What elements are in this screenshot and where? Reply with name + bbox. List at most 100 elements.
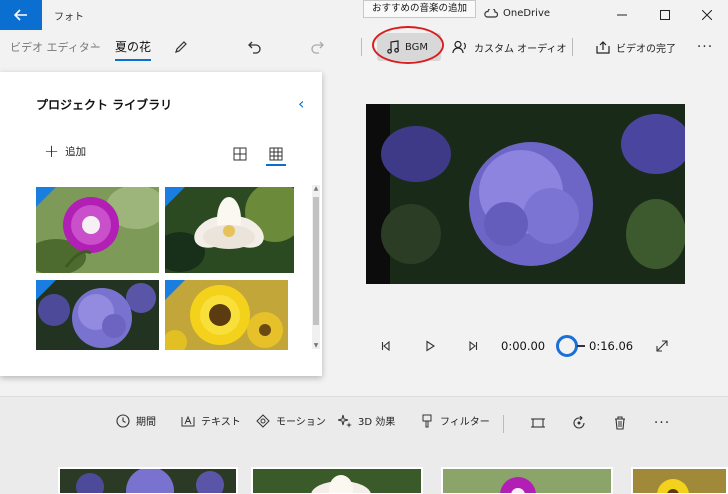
add-media-button[interactable]: + 追加 [44,140,87,162]
library-item-morning-glory[interactable] [36,187,159,273]
maximize-icon [660,10,670,20]
person-audio-icon [452,40,466,54]
add-label: 追加 [65,146,87,158]
back-button[interactable] [0,0,42,30]
pencil-icon [175,41,187,53]
3d-effects-label: 3D 効果 [358,417,396,428]
project-title[interactable]: 夏の花 [115,38,152,61]
small-grid-view-button[interactable] [266,144,286,166]
bgm-tooltip: おすすめの音楽の追加 [363,0,477,18]
clip-white-lotus-image [253,469,421,493]
finish-video-label: ビデオの完了 [616,43,676,55]
clip-hydrangea-image [60,469,236,493]
added-indicator [165,280,185,300]
onedrive-status[interactable]: OneDrive [484,8,550,19]
sparkle-icon [338,414,352,428]
play-button[interactable] [422,338,438,354]
export-icon [596,40,610,54]
more-tools-icon[interactable]: ··· [653,414,671,432]
clock-icon [116,413,130,428]
fullscreen-button[interactable] [654,338,670,354]
duration-button[interactable]: 期間 [116,413,156,428]
storyboard-clip-sunflower[interactable] [631,467,728,494]
undo-button[interactable] [244,36,266,58]
delete-button[interactable] [611,414,629,432]
app-title: フォト [54,12,84,23]
plus-icon: + [44,140,60,162]
rotate-icon [573,416,585,429]
onedrive-label: OneDrive [503,8,551,19]
collapse-chevron-icon[interactable]: ‹ [298,94,304,113]
storyboard-area: 期間 テキスト モーション 3D 効果 フィルター ··· [0,396,728,494]
seek-slider-thumb[interactable] [556,335,578,357]
editor-toolbar: ビデオ エディター › 夏の花 BGM カスタム オーディオ ビデオの完了 ··… [0,30,728,64]
crop-button[interactable] [529,414,547,432]
seek-slider-track[interactable] [577,345,585,347]
trash-icon [615,416,625,430]
text-button[interactable]: テキスト [181,413,241,428]
next-frame-button[interactable] [465,338,481,354]
finish-video-button[interactable]: ビデオの完了 [586,33,686,61]
library-item-hydrangea[interactable] [36,280,159,350]
redo-icon [311,41,324,54]
previous-frame-icon [381,340,390,352]
close-button[interactable] [684,0,728,30]
minimize-button[interactable] [599,0,645,30]
filter-label: フィルター [440,417,490,428]
bgm-button[interactable]: BGM [377,33,441,61]
close-icon [702,10,712,20]
large-grid-view-icon[interactable] [232,146,248,162]
music-note-icon [387,40,399,54]
breadcrumb-root[interactable]: ビデオ エディター [10,39,101,55]
minimize-icon [617,14,627,16]
back-arrow-icon [14,9,27,21]
scrollbar-thumb[interactable] [313,197,319,325]
play-icon [426,340,436,352]
filter-icon [422,414,432,427]
motion-label: モーション [276,417,326,428]
maximize-button[interactable] [642,0,688,30]
library-item-sunflower[interactable] [165,280,288,350]
scroll-down-icon[interactable]: ▼ [312,342,320,349]
clip-sunflower-image [633,469,726,493]
storyboard-clip-morning-glory[interactable] [441,467,613,494]
project-library-panel: プロジェクト ライブラリ ‹ + 追加 ▲ ▼ [0,72,322,376]
added-indicator [165,187,185,207]
duration-label: 期間 [136,417,156,428]
added-indicator [36,187,56,207]
previous-frame-button[interactable] [378,338,394,354]
title-bar: フォト おすすめの音楽の追加 OneDrive [0,0,728,30]
storyboard-clip-hydrangea[interactable] [58,467,238,494]
tools-divider [503,415,504,433]
cloud-icon [484,9,498,18]
small-grid-view-icon [269,147,283,161]
custom-audio-label: カスタム オーディオ [474,43,567,55]
rotate-button[interactable] [570,414,588,432]
expand-icon [656,340,668,352]
custom-audio-button[interactable]: カスタム オーディオ [442,33,576,61]
bgm-label: BGM [405,41,429,53]
3d-effects-button[interactable]: 3D 効果 [338,413,395,428]
rename-button[interactable] [170,36,192,58]
scroll-up-icon[interactable]: ▲ [312,185,320,192]
text-label: テキスト [201,417,241,428]
text-icon [181,415,195,426]
motion-icon [256,413,270,428]
hydrangea-preview-image [366,104,685,284]
breadcrumb-chevron-icon: › [92,38,97,52]
library-item-white-lotus[interactable] [165,187,294,273]
redo-button[interactable] [306,36,328,58]
motion-button[interactable]: モーション [256,413,326,428]
filter-button[interactable]: フィルター [420,413,490,428]
toolbar-divider [361,38,362,56]
current-time: 0:00.00 [501,339,546,353]
library-title: プロジェクト ライブラリ [36,98,173,112]
storyboard-clip-white-lotus[interactable] [251,467,423,494]
total-time: 0:16.06 [589,339,634,353]
crop-icon [531,418,545,428]
video-preview[interactable] [366,104,685,284]
undo-icon [248,41,261,54]
library-scrollbar[interactable]: ▲ ▼ [312,185,320,349]
next-frame-icon [469,340,478,352]
more-options-icon[interactable]: ··· [694,36,716,58]
